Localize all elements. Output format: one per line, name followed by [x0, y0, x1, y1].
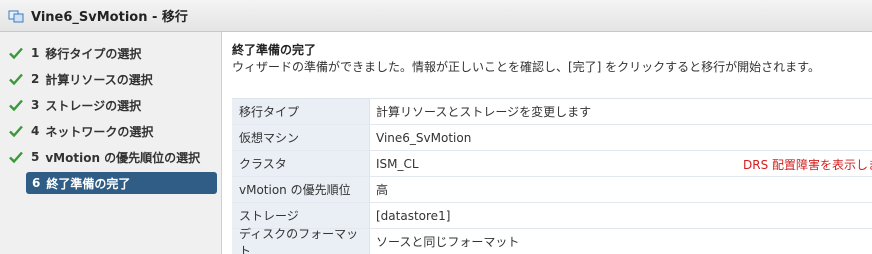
- wizard-step-1[interactable]: 1 移行タイプの選択: [0, 40, 221, 66]
- drs-placement-faults-link[interactable]: DRS 配置障害を表示しま: [743, 151, 872, 177]
- wizard-step-6-active[interactable]: 6 終了準備の完了: [26, 172, 217, 194]
- step-label: vMotion の優先順位の選択: [45, 150, 201, 165]
- summary-value: ISM_CL: [376, 156, 419, 171]
- table-row: vMotion の優先順位 高: [232, 177, 872, 203]
- summary-value: 計算リソースとストレージを変更します: [376, 105, 592, 119]
- table-row: 仮想マシン Vine6_SvMotion: [232, 125, 872, 151]
- step-label: 移行タイプの選択: [45, 46, 142, 61]
- summary-key: 仮想マシン: [232, 125, 370, 150]
- step-number: 4: [31, 124, 40, 138]
- page-heading: 終了準備の完了: [232, 43, 317, 57]
- wizard-steps-sidebar: 1 移行タイプの選択 2 計算リソースの選択 3 ストレージの選択 4 ネットワ…: [0, 32, 222, 254]
- window-titlebar: Vine6_SvMotion - 移行: [0, 0, 872, 32]
- step-number: 6: [32, 176, 41, 190]
- checkmark-icon: [9, 99, 23, 112]
- summary-value: 高: [376, 183, 389, 197]
- step-number: 2: [31, 72, 40, 86]
- table-row: 移行タイプ 計算リソースとストレージを変更します: [232, 99, 872, 125]
- window-title: Vine6_SvMotion - 移行: [31, 10, 188, 25]
- summary-value: Vine6_SvMotion: [376, 130, 472, 145]
- checkmark-icon: [9, 73, 23, 86]
- summary-value-cell: ISM_CL DRS 配置障害を表示しま: [370, 151, 872, 176]
- step-label: 計算リソースの選択: [45, 72, 153, 87]
- summary-table: 移行タイプ 計算リソースとストレージを変更します 仮想マシン Vine6_SvM…: [232, 98, 872, 254]
- summary-value: [datastore1]: [376, 208, 451, 223]
- checkmark-icon: [9, 151, 23, 164]
- summary-key: 移行タイプ: [232, 99, 370, 124]
- step-label: ネットワークの選択: [45, 124, 154, 139]
- wizard-step-5[interactable]: 5 vMotion の優先順位の選択: [0, 144, 221, 170]
- checkmark-icon: [9, 125, 23, 138]
- page-description: ウィザードの準備ができました。情報が正しいことを確認し、[完了] をクリックする…: [232, 60, 820, 74]
- step-label: ストレージの選択: [45, 98, 142, 113]
- summary-key: ディスクのフォーマット: [232, 227, 370, 254]
- summary-value: ソースと同じフォーマット: [376, 235, 520, 249]
- table-row: ディスクのフォーマット ソースと同じフォーマット: [232, 227, 872, 254]
- summary-key: クラスタ: [232, 151, 370, 176]
- wizard-content: 終了準備の完了 ウィザードの準備ができました。情報が正しいことを確認し、[完了]…: [223, 32, 872, 254]
- step-number: 3: [31, 98, 40, 112]
- table-row: クラスタ ISM_CL DRS 配置障害を表示しま: [232, 151, 872, 177]
- checkmark-icon: [9, 47, 23, 60]
- summary-key: vMotion の優先順位: [232, 177, 370, 202]
- wizard-step-4[interactable]: 4 ネットワークの選択: [0, 118, 221, 144]
- step-number: 5: [31, 150, 40, 164]
- wizard-step-3[interactable]: 3 ストレージの選択: [0, 92, 221, 118]
- wizard-step-2[interactable]: 2 計算リソースの選択: [0, 66, 221, 92]
- vm-migrate-icon: [8, 10, 24, 22]
- step-label: 終了準備の完了: [46, 176, 131, 191]
- step-number: 1: [31, 46, 40, 60]
